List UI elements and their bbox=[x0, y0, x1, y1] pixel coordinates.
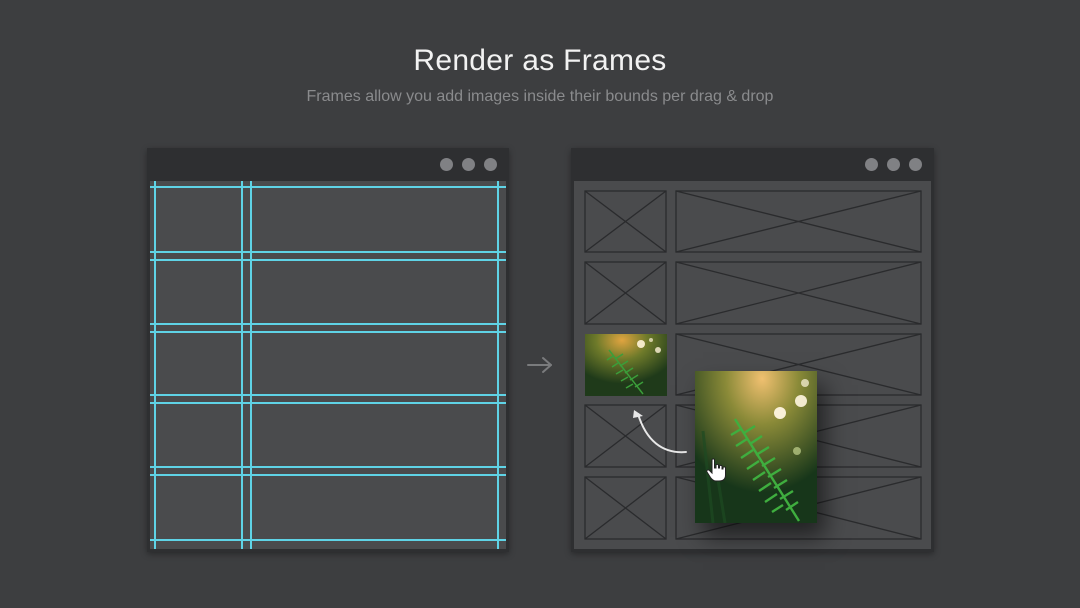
arrow-right-icon bbox=[527, 357, 552, 373]
page-subtitle: Frames allow you add images inside their… bbox=[306, 88, 774, 105]
image-frame bbox=[675, 261, 922, 325]
window-dot[interactable] bbox=[909, 158, 922, 171]
fern-image-in-frame[interactable] bbox=[585, 334, 667, 396]
fern-image-dragged[interactable] bbox=[695, 371, 817, 523]
hand-cursor-icon bbox=[706, 458, 726, 482]
window-dot[interactable] bbox=[440, 158, 453, 171]
image-frame bbox=[584, 190, 667, 253]
window-dot[interactable] bbox=[865, 158, 878, 171]
curved-arrow-icon bbox=[633, 410, 687, 454]
window-dot[interactable] bbox=[887, 158, 900, 171]
grid-guides bbox=[150, 181, 506, 549]
window-dot[interactable] bbox=[462, 158, 475, 171]
left-window-titlebar bbox=[147, 148, 509, 181]
page-title: Render as Frames bbox=[413, 44, 667, 77]
right-window-titlebar bbox=[571, 148, 934, 181]
left-window bbox=[147, 148, 509, 552]
image-frame bbox=[675, 190, 922, 253]
image-frame bbox=[584, 261, 667, 325]
image-frame bbox=[584, 476, 667, 540]
window-dot[interactable] bbox=[484, 158, 497, 171]
grid-canvas bbox=[150, 181, 506, 549]
